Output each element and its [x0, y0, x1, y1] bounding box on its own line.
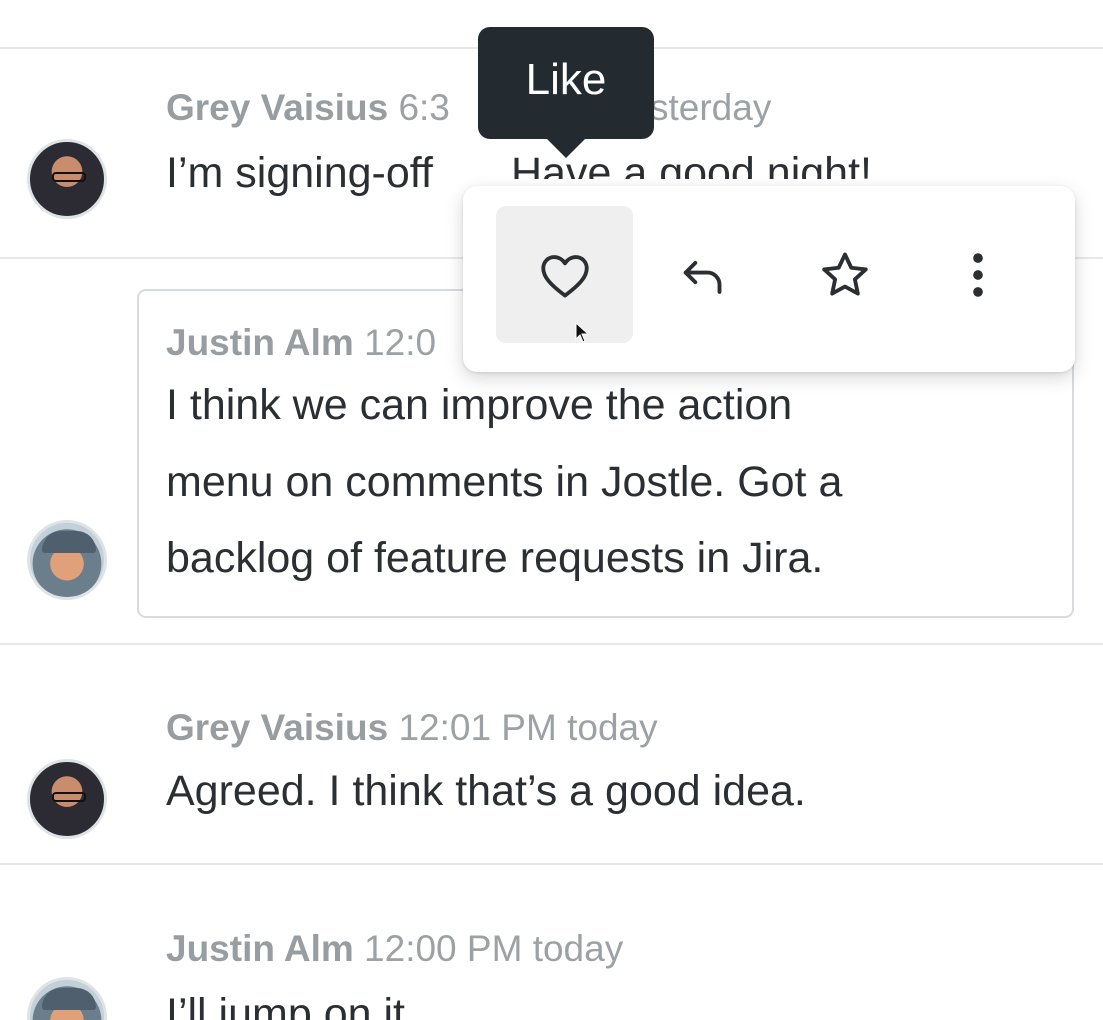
divider	[0, 863, 1103, 865]
avatar-hat	[42, 531, 96, 553]
avatar-glasses	[52, 172, 86, 182]
heart-icon	[540, 254, 589, 297]
more-options-button[interactable]	[909, 206, 1046, 343]
avatar[interactable]	[27, 977, 107, 1020]
star-icon	[821, 252, 868, 296]
author-name[interactable]: Justin Alm	[166, 322, 354, 363]
comment-text-visible: I’m signing-off	[166, 149, 433, 197]
author-name[interactable]: Grey Vaisius	[166, 707, 388, 748]
comment-text-line: I’ll jump on it	[166, 990, 405, 1020]
comment-text-line: menu on comments in Jostle. Got a	[166, 458, 843, 506]
comment-meta: Justin Alm 12:00 PM today	[166, 927, 623, 971]
comment-time: 12:00 PM today	[364, 928, 624, 969]
avatar[interactable]	[27, 520, 107, 600]
mouse-cursor-icon	[575, 322, 589, 343]
avatar[interactable]	[27, 139, 107, 219]
divider	[0, 643, 1103, 645]
author-name[interactable]: Justin Alm	[166, 928, 354, 969]
like-tooltip: Like	[478, 27, 654, 158]
like-button[interactable]	[496, 206, 633, 343]
comment-time: 6:3	[398, 87, 450, 128]
comment-text: I’m signing-off Have a good night!	[166, 135, 872, 211]
comment-meta: Grey Vaisius 12:01 PM today	[166, 706, 658, 750]
avatar[interactable]	[27, 759, 107, 839]
reply-button[interactable]	[636, 206, 773, 343]
avatar-hat	[42, 988, 96, 1010]
comment-meta: Justin Alm 12:0	[166, 321, 436, 365]
comment-text-line: I think we can improve the action	[166, 381, 793, 429]
comment-action-menu	[463, 186, 1075, 372]
comment-time-suffix: sterday	[650, 87, 772, 128]
comment-meta: Grey Vaisius 6:3 sterday	[166, 86, 771, 130]
comment-time: 12:0	[364, 322, 437, 363]
comment-text-line: Agreed. I think that’s a good idea.	[166, 767, 806, 815]
more-vertical-icon	[972, 252, 983, 297]
author-name[interactable]: Grey Vaisius	[166, 87, 388, 128]
reply-arrow-icon	[683, 260, 721, 294]
avatar-glasses	[52, 792, 86, 802]
comment-time: 12:01 PM today	[398, 707, 658, 748]
comment-text-line: backlog of feature requests in Jira.	[166, 534, 824, 582]
star-button[interactable]	[776, 206, 913, 343]
